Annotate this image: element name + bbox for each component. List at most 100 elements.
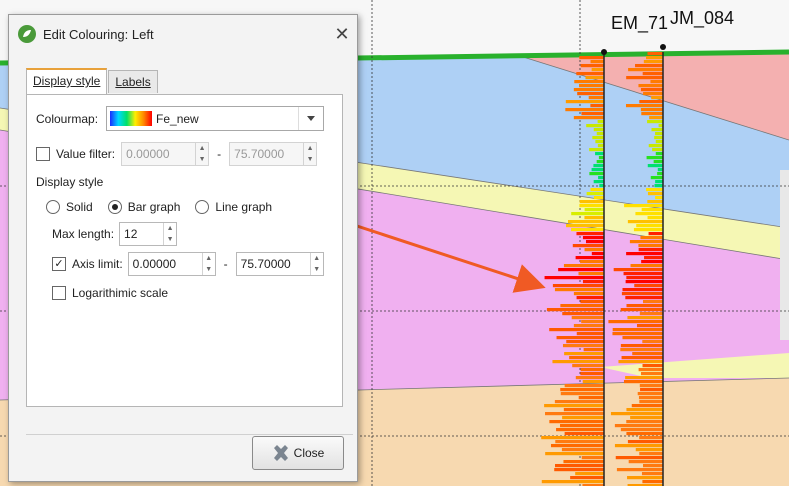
assay-bar [585, 240, 604, 244]
assay-bar [544, 404, 604, 408]
assay-bar [655, 140, 663, 144]
assay-bar [541, 436, 604, 440]
assay-bar [577, 92, 604, 96]
assay-bar [642, 364, 663, 368]
assay-bar [652, 148, 663, 152]
assay-bar [640, 236, 663, 240]
assay-bar [627, 440, 663, 444]
axis-limit-max-input[interactable]: 75.70000 ▲ ▼ [235, 252, 324, 276]
assay-bar [627, 220, 663, 224]
assay-bar [597, 144, 604, 148]
assay-bar [595, 140, 604, 144]
assay-bar [563, 264, 604, 268]
radio-bar-graph[interactable] [107, 200, 122, 214]
assay-bar [585, 76, 604, 80]
tab-display-style[interactable]: Display style [26, 68, 108, 94]
assay-bar [576, 72, 604, 76]
radio-solid[interactable] [46, 200, 60, 214]
log-scale-checkbox[interactable] [52, 286, 66, 300]
tab-labels[interactable]: Labels [108, 70, 158, 93]
assay-bar [616, 468, 663, 472]
assay-bar [560, 304, 604, 308]
max-length-input[interactable]: 12 ▲ ▼ [119, 222, 178, 246]
assay-bar [655, 132, 663, 136]
spinner-icon[interactable]: ▲ ▼ [309, 253, 323, 275]
assay-bar [574, 80, 604, 84]
radio-solid-label: Solid [66, 200, 93, 214]
assay-bar [655, 152, 663, 156]
axis-limit-checkbox[interactable]: ✓ [52, 257, 66, 271]
assay-bar [630, 416, 663, 420]
assay-bar [641, 112, 663, 116]
chevron-down-icon[interactable] [298, 107, 323, 130]
assay-bar [575, 376, 604, 380]
assay-bar [584, 208, 604, 212]
assay-bar [626, 304, 663, 308]
assay-bar [626, 408, 663, 412]
assay-bar [636, 224, 663, 228]
assay-bar [623, 380, 663, 384]
assay-bar [552, 360, 604, 364]
assay-bar [626, 432, 663, 436]
colourmap-swatch [110, 111, 153, 126]
value-filter-checkbox[interactable] [36, 147, 50, 161]
spinner-icon[interactable]: ▲ ▼ [195, 143, 208, 165]
value-filter-max-input[interactable]: 75.70000 ▲ ▼ [229, 142, 318, 166]
assay-bar [650, 80, 663, 84]
axis-limit-label: Axis limit: [72, 257, 123, 271]
value-filter-label: Value filter: [56, 147, 116, 161]
assay-bar [592, 136, 604, 140]
assay-bar [650, 176, 663, 180]
spinner-icon[interactable]: ▲ ▼ [163, 223, 176, 245]
assay-bar [642, 340, 663, 344]
assay-bar [545, 452, 604, 456]
assay-bar [565, 108, 604, 112]
title-bar: Edit Colouring: Left ✕ [9, 15, 357, 53]
assay-bar [579, 204, 604, 208]
assay-bar [558, 268, 604, 272]
assay-bar [578, 272, 604, 276]
tab-label: Display style [33, 74, 101, 88]
assay-bar [647, 164, 663, 168]
assay-bar [590, 104, 604, 108]
colourmap-select[interactable]: Fe_new [106, 106, 325, 131]
assay-bar [549, 328, 604, 332]
axis-limit-min-input[interactable]: 0.00000 ▲ ▼ [127, 252, 216, 276]
assay-bar [586, 124, 604, 128]
assay-bar [576, 296, 604, 300]
assay-bar [636, 324, 663, 328]
assay-bar [635, 212, 663, 216]
radio-line-graph[interactable] [195, 200, 210, 214]
assay-bar [573, 116, 604, 120]
close-icon[interactable]: ✕ [327, 24, 357, 45]
colourmap-value: Fe_new [156, 111, 199, 126]
assay-bar [569, 356, 604, 360]
assay-bar [561, 448, 604, 452]
max-length-label: Max length: [52, 227, 115, 241]
assay-bar [626, 420, 663, 424]
assay-bar [554, 288, 604, 292]
assay-bar [643, 92, 663, 96]
assay-bar [593, 196, 604, 200]
assay-bar [639, 100, 663, 104]
collar-jm084 [660, 44, 666, 50]
assay-bar [638, 396, 663, 400]
app-logo-icon [18, 25, 36, 43]
assay-bar [614, 444, 663, 448]
close-button[interactable]: Close [252, 436, 344, 470]
assay-bar [580, 64, 604, 68]
assay-bar [657, 172, 663, 176]
display-style-heading: Display style [36, 175, 104, 189]
spinner-icon[interactable]: ▲ ▼ [201, 253, 215, 275]
spinner-icon[interactable]: ▲ ▼ [303, 143, 316, 165]
assay-bar [641, 260, 663, 264]
assay-bar [590, 188, 604, 192]
assay-bar [562, 312, 604, 316]
assay-bar [564, 432, 604, 436]
assay-bar [615, 456, 663, 460]
assay-bar [654, 136, 663, 140]
value-filter-max-value: 75.70000 [234, 147, 285, 161]
assay-bar [627, 316, 663, 320]
value-filter-min-input[interactable]: 0.00000 ▲ ▼ [121, 142, 210, 166]
assay-bar [655, 196, 663, 200]
